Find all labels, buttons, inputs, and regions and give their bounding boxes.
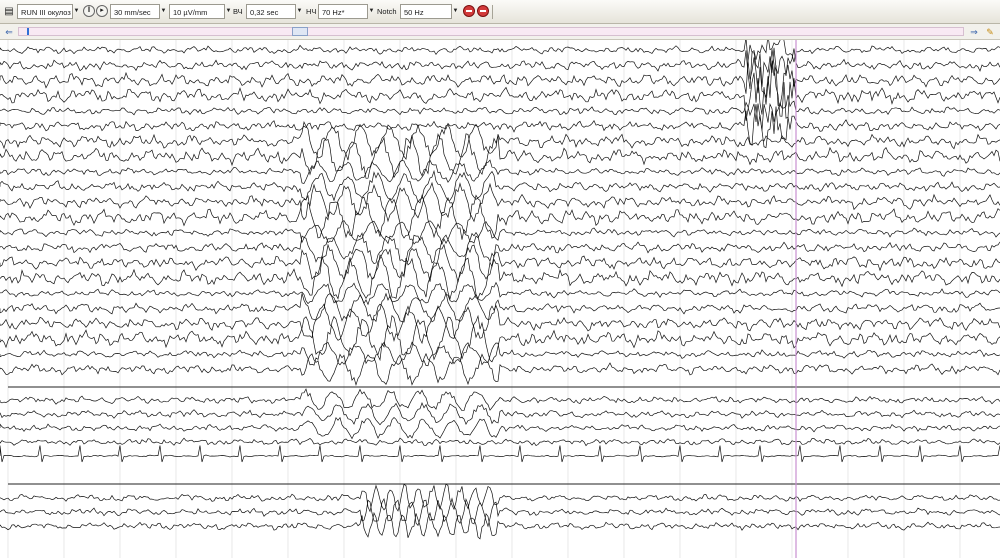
eeg-channel-trace: [0, 95, 1000, 131]
pen-icon[interactable]: ✎: [984, 27, 996, 37]
chevron-down-icon[interactable]: ▼: [452, 4, 459, 19]
eeg-channel-trace: [0, 159, 1000, 184]
toolbar: ▤ RUN III окулоз ▼ ‖ ▸ 30 mm/sec ▼ 10 µV…: [0, 0, 1000, 24]
sensitivity-value: 10 µV/mm: [173, 8, 208, 17]
eeg-channel-trace: [0, 121, 1000, 161]
eeg-traces: [0, 40, 1000, 558]
eeg-channel-trace: [0, 511, 1000, 540]
chevron-down-icon[interactable]: ▼: [368, 4, 375, 19]
montage-value: RUN III окулоз: [21, 8, 71, 17]
chevron-down-icon[interactable]: ▼: [160, 4, 167, 19]
speed-select[interactable]: 30 mm/sec: [110, 4, 160, 19]
eeg-channel-trace: [0, 388, 1000, 412]
eeg-channel-trace: [0, 47, 1000, 90]
stop-icon[interactable]: [463, 5, 475, 17]
eeg-channel-trace: [0, 220, 1000, 246]
eeg-channel-trace: [0, 341, 1000, 367]
hf-label: НЧ: [306, 7, 317, 16]
eeg-channel-trace: [0, 483, 1000, 513]
document-icon[interactable]: ▤: [3, 4, 15, 19]
chevron-down-icon[interactable]: ▼: [296, 4, 303, 19]
speed-value: 30 mm/sec: [114, 8, 151, 17]
pause-icon[interactable]: ‖: [83, 5, 95, 17]
high-filter-select[interactable]: 70 Hz*: [318, 4, 368, 19]
eeg-channel-trace: [0, 497, 1000, 528]
view-window-marker[interactable]: [27, 28, 129, 35]
navigation-bar: ⇐ ⇒ ✎: [0, 24, 1000, 40]
tc-label: ВЧ: [233, 7, 243, 16]
arrow-right-icon[interactable]: ⇒: [968, 27, 980, 37]
chevron-down-icon[interactable]: ▼: [73, 4, 80, 19]
eeg-trace-area[interactable]: [0, 40, 1000, 558]
eeg-channel-trace: [0, 352, 1000, 387]
time-constant-select[interactable]: 0,32 sec: [246, 4, 296, 19]
eeg-channel-trace: [0, 281, 1000, 306]
eeg-channel-trace: [0, 437, 1000, 447]
scroll-thumb[interactable]: [292, 27, 308, 36]
play-icon[interactable]: ▸: [96, 5, 108, 17]
time-constant-value: 0,32 sec: [250, 8, 279, 17]
chevron-down-icon[interactable]: ▼: [225, 4, 232, 19]
eeg-channel-trace: [0, 169, 1000, 203]
record-scrollbar[interactable]: [18, 27, 964, 36]
stop-record-icon[interactable]: [477, 5, 489, 17]
montage-select[interactable]: RUN III окулоз: [17, 4, 73, 19]
notch-label: Notch: [377, 7, 397, 16]
eeg-channel-trace: [0, 416, 1000, 440]
notch-select[interactable]: 50 Hz: [400, 4, 452, 19]
eeg-channel-trace: [0, 445, 1000, 463]
high-filter-value: 70 Hz*: [322, 8, 345, 17]
eeg-channel-trace: [0, 40, 1000, 63]
notch-value: 50 Hz: [404, 8, 424, 17]
eeg-channel-trace: [0, 402, 1000, 426]
arrow-left-icon[interactable]: ⇐: [3, 27, 15, 37]
eeg-viewer-window: ▤ RUN III окулоз ▼ ‖ ▸ 30 mm/sec ▼ 10 µV…: [0, 0, 1000, 558]
toolbar-separator: [492, 5, 493, 19]
sensitivity-select[interactable]: 10 µV/mm: [169, 4, 225, 19]
